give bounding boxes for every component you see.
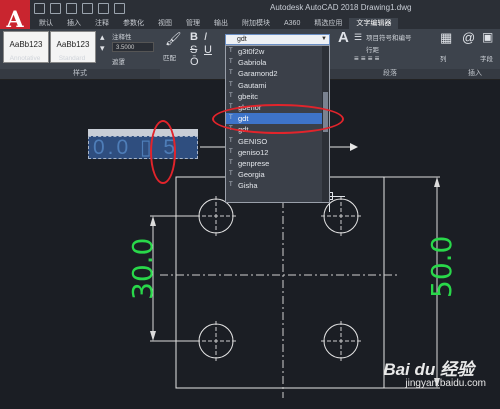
font-option[interactable]: T Georgia (226, 169, 329, 180)
dim-arrow (150, 216, 156, 226)
undo-icon[interactable] (114, 3, 125, 14)
font-option-label: Gautami (238, 80, 267, 90)
strikethrough-button[interactable]: S (190, 45, 197, 56)
truetype-icon: T (229, 48, 233, 54)
font-option[interactable]: Tgenprese (226, 158, 329, 169)
font-option[interactable]: Tgeniso12 (226, 147, 329, 158)
font-option[interactable]: T Gabriola (226, 57, 329, 68)
style-sample: AaBb123 (9, 40, 43, 49)
style-scroll-icon[interactable]: ▴ (100, 33, 105, 42)
field-icon[interactable]: ▣ (482, 31, 493, 43)
field-label: 字段 (480, 56, 493, 63)
mtext-editor[interactable]: 0.0 ▯ 5 (88, 136, 198, 159)
tab-text-editor[interactable]: 文字编辑器 (349, 18, 399, 29)
font-option-label: gbeitc (238, 91, 259, 101)
window-title: Autodesk AutoCAD 2018 Drawing1.dwg (270, 3, 412, 12)
overline-button[interactable]: Ō (190, 57, 199, 68)
dim-arrow (150, 331, 156, 341)
editor-pointer-arrow (350, 143, 358, 151)
numbering-dropdown[interactable]: 项目符号和编号 (366, 32, 412, 42)
dimension-text-left: 30.0 (126, 237, 159, 300)
font-option-label: Gabriola (238, 58, 267, 68)
truetype-icon: T (229, 159, 233, 166)
open-icon[interactable] (50, 3, 61, 14)
truetype-icon: T (229, 137, 233, 144)
font-option-label: Gisha (238, 181, 258, 191)
tab-default[interactable]: 默认 (32, 18, 60, 29)
truetype-icon: T (229, 70, 233, 77)
truetype-icon: T (229, 148, 233, 155)
truetype-icon: T (229, 92, 233, 99)
symbol-button[interactable]: @ (462, 31, 475, 44)
watermark-url: jingyan.baidu.com (405, 378, 486, 389)
style-label-standard: Standard (58, 55, 86, 62)
italic-button[interactable]: I (204, 32, 207, 43)
column-icon[interactable]: ▦ (440, 31, 452, 44)
dimension-text-right: 50.0 (425, 235, 458, 298)
font-option-label: Georgia (238, 170, 265, 180)
save-icon[interactable] (66, 3, 77, 14)
tab-insert[interactable]: 插入 (60, 18, 88, 29)
tab-view[interactable]: 视图 (151, 18, 179, 29)
font-option[interactable]: Tgbeitc (226, 91, 329, 102)
print-icon[interactable] (98, 3, 109, 14)
tab-parametric[interactable]: 参数化 (116, 18, 151, 29)
tab-manage[interactable]: 管理 (179, 18, 207, 29)
font-option[interactable]: Tg3t0f2w (226, 46, 329, 57)
mask-button[interactable]: 遮罩 (112, 56, 125, 66)
truetype-icon: T (229, 171, 233, 178)
bullets-icon[interactable]: ☰ (354, 33, 362, 42)
insert-panel-footer: 插入 (450, 69, 500, 79)
truetype-icon: T (229, 182, 233, 189)
quick-access-toolbar (34, 3, 125, 14)
truetype-icon: T (229, 59, 233, 66)
tab-a360[interactable]: A360 (277, 18, 307, 29)
tab-annotate[interactable]: 注释 (88, 18, 116, 29)
text-editor-ruler[interactable] (88, 129, 198, 136)
annotation-ellipse-font (212, 104, 344, 134)
align-icons[interactable]: ≡ ≡ ≡ ≡ (354, 55, 379, 63)
font-option[interactable]: T GENISO (226, 136, 329, 147)
font-option-label: GENISO (238, 136, 268, 146)
style-label-annotative: Annotative (9, 55, 41, 62)
font-option[interactable]: T Gisha (226, 180, 329, 191)
new-icon[interactable] (34, 3, 45, 14)
match-format-icon[interactable]: 🖌 (165, 32, 182, 45)
font-option-label: genprese (238, 158, 270, 168)
part-outline (175, 176, 385, 389)
tab-featured-apps[interactable]: 精选应用 (307, 18, 349, 29)
tab-addins[interactable]: 附加模块 (235, 18, 277, 29)
underline-button[interactable]: U (204, 45, 212, 56)
font-select-value: gdt (237, 36, 247, 43)
style-sample: AaBb123 (56, 40, 90, 49)
text-height-field[interactable]: 3.5000 (112, 42, 154, 52)
font-option[interactable]: T Gautami (226, 80, 329, 91)
dim-arrow (434, 177, 440, 187)
paragraph-panel-footer: 段落 (330, 69, 450, 79)
justification-icon[interactable]: A (338, 30, 349, 45)
font-option-label: Garamond2 (238, 69, 278, 79)
annotation-ellipse-cursor (150, 120, 176, 184)
bold-button[interactable]: B (190, 32, 198, 43)
baidu-watermark: Bai du 经验 (383, 360, 474, 379)
ribbon-tabs: 默认 插入 注释 参数化 视图 管理 输出 附加模块 A360 精选应用 文字编… (32, 18, 399, 29)
tab-output[interactable]: 输出 (207, 18, 235, 29)
column-label: 列 (440, 56, 447, 63)
font-option-label: g3t0f2w (238, 47, 265, 56)
match-format-label: 匹配 (163, 55, 176, 62)
style-scroll-down-icon[interactable]: ▾ (100, 44, 105, 53)
save-as-icon[interactable] (82, 3, 93, 14)
font-option-label: geniso12 (238, 147, 269, 157)
font-option[interactable]: T Garamond2 (226, 68, 329, 79)
style-panel-footer: 样式 (0, 69, 160, 79)
truetype-icon: T (229, 81, 233, 88)
line-spacing-dropdown[interactable]: 行距 (366, 44, 379, 54)
annotative-toggle[interactable]: 注释性 (112, 31, 132, 41)
font-select[interactable]: gdt ▼ (225, 34, 330, 45)
chevron-down-icon[interactable]: ▼ (321, 35, 327, 44)
